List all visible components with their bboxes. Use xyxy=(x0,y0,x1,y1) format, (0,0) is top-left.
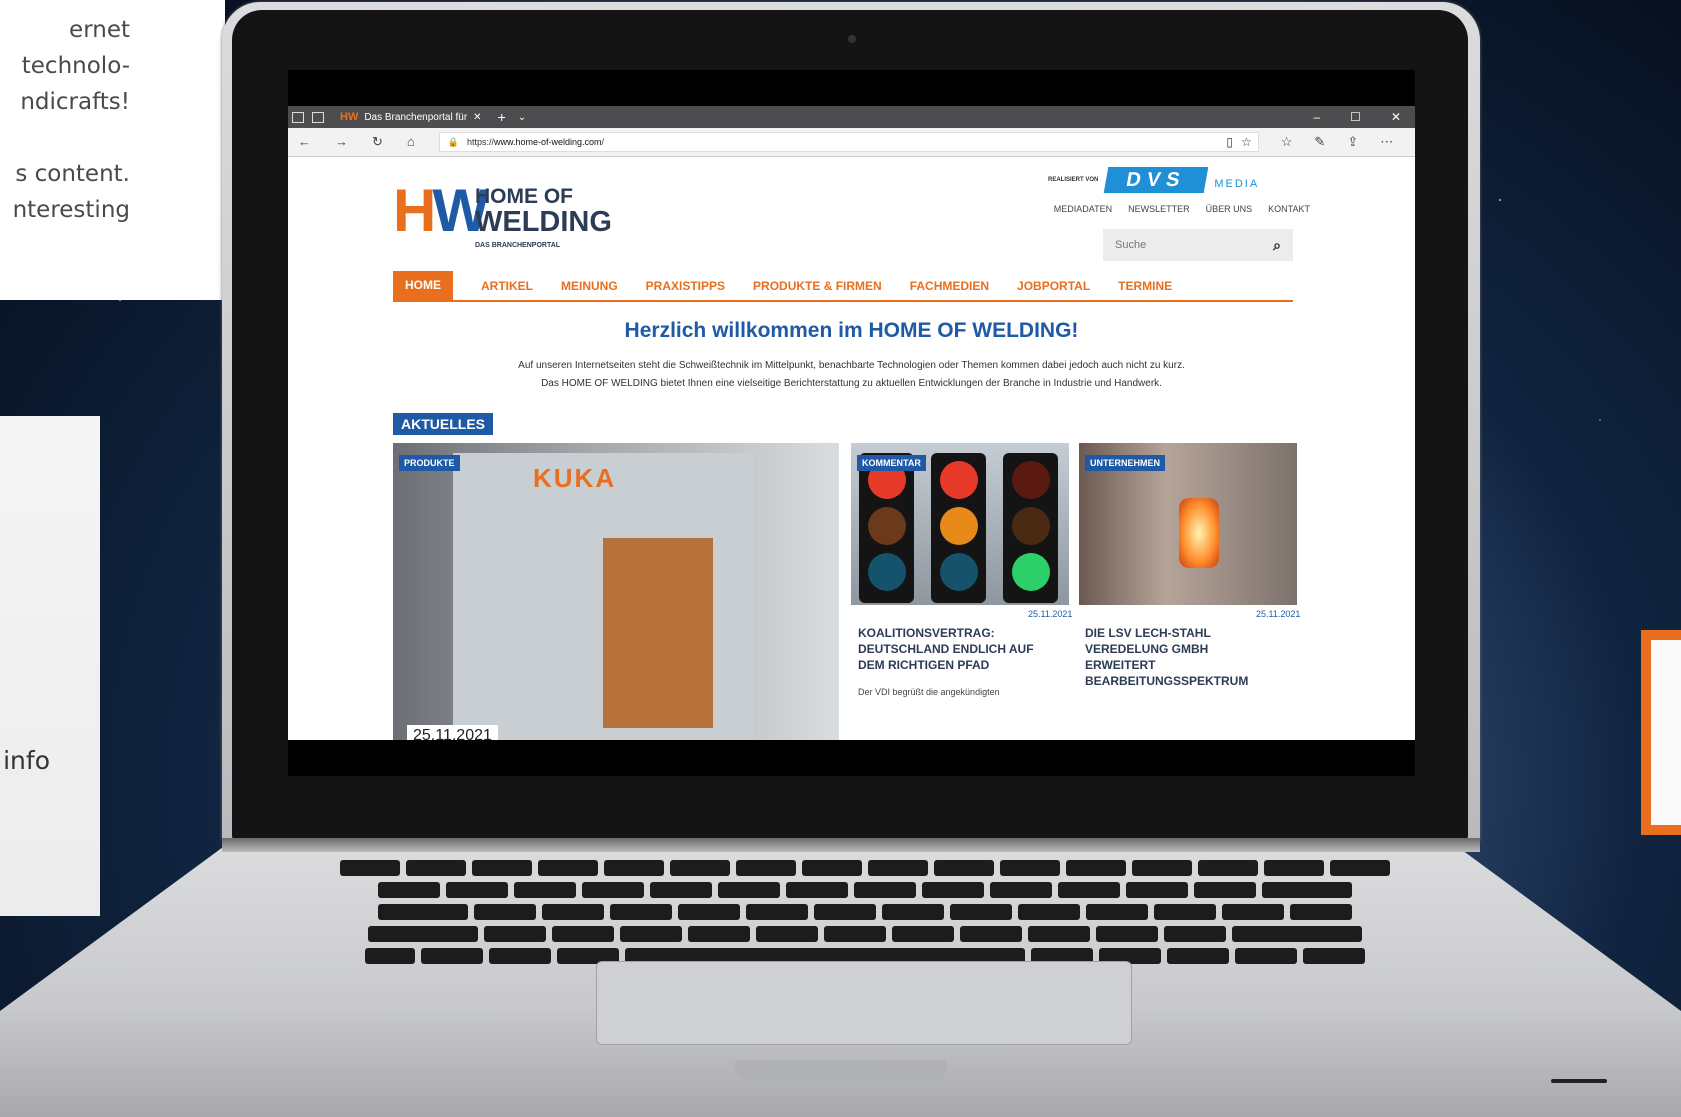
dvs-mark: DVS xyxy=(1104,167,1209,193)
dvs-media-label: MEDIA xyxy=(1214,178,1260,190)
card-title[interactable]: DIE LSV LECH-STAHL VEREDELUNG GMBH ERWEI… xyxy=(1085,625,1248,689)
keyboard xyxy=(250,860,1480,964)
nav-produkte-firmen[interactable]: PRODUKTE & FIRMEN xyxy=(753,279,882,293)
url-domain: www.home-of-welding.com xyxy=(494,137,602,147)
main-nav: HOME ARTIKEL MEINUNG PRAXISTIPPS PRODUKT… xyxy=(393,271,1293,302)
more-icon[interactable]: ⋯ xyxy=(1380,134,1393,150)
nav-meinung[interactable]: MEINUNG xyxy=(561,279,618,293)
refresh-icon[interactable]: ↻ xyxy=(372,134,383,150)
nav-fachmedien[interactable]: FACHMEDIEN xyxy=(910,279,989,293)
section-heading: AKTUELLES xyxy=(393,413,493,435)
orange-frame xyxy=(1641,630,1681,835)
webcam-icon xyxy=(848,35,856,43)
tab-preview-icon[interactable] xyxy=(292,111,304,123)
website: HW HOME OF WELDING DAS BRANCHENPORTAL RE… xyxy=(288,157,1415,741)
favorite-star-icon[interactable]: ☆ xyxy=(1241,135,1252,149)
url-suffix: / xyxy=(601,137,605,147)
card-tag: KOMMENTAR xyxy=(857,455,926,471)
article-text-fragment: ernet technolo- ndicrafts! s content. nt… xyxy=(0,0,225,300)
traffic-light xyxy=(1003,453,1058,603)
trackpad xyxy=(596,961,1132,1045)
logo-line2: WELDING xyxy=(475,206,612,238)
laptop-hinge xyxy=(222,838,1480,852)
tab-aside-icon[interactable] xyxy=(312,111,324,123)
intro-line: Auf unseren Internetseiten steht die Sch… xyxy=(518,360,1185,371)
favorites-list-icon[interactable]: ☆ xyxy=(1281,134,1293,150)
text-line: nteresting xyxy=(12,197,130,223)
url-field[interactable]: 🔒 https://www.home-of-welding.com / ▯ ☆ xyxy=(438,132,1259,152)
welcome-heading: Herzlich willkommen im HOME OF WELDING! xyxy=(624,319,1079,342)
intro-line: Das HOME OF WELDING bietet Ihnen eine vi… xyxy=(541,378,1162,389)
pen-icon[interactable]: ✎ xyxy=(1314,134,1325,150)
info-box: info xyxy=(0,416,100,916)
news-card-image-traffic-lights[interactable]: KOMMENTAR xyxy=(851,443,1069,605)
tab-title: Das Branchenportal für xyxy=(364,111,468,123)
home-icon[interactable]: ⌂ xyxy=(407,134,415,150)
card-tag: PRODUKTE xyxy=(399,455,460,471)
browser-tab-bar: HW Das Branchenportal für ✕ + ⌄ – ☐ ✕ xyxy=(288,106,1415,128)
card-teaser: Der VDI begrüßt die angekündigten xyxy=(858,687,1000,697)
text-line: ndicrafts! xyxy=(20,89,130,115)
nav-termine[interactable]: TERMINE xyxy=(1118,279,1172,293)
link-mediadaten[interactable]: MEDIADATEN xyxy=(1054,204,1112,214)
forward-icon[interactable]: → xyxy=(335,134,348,150)
search-icon[interactable]: ⌕ xyxy=(1273,237,1281,254)
url-prefix: https:// xyxy=(466,137,494,147)
tab-menu-chevron-icon[interactable]: ⌄ xyxy=(518,112,526,123)
nav-jobportal[interactable]: JOBPORTAL xyxy=(1017,279,1090,293)
info-label: info xyxy=(3,746,50,775)
new-tab-icon[interactable]: + xyxy=(498,109,506,125)
lock-icon: 🔒 xyxy=(447,136,459,147)
machine-door xyxy=(603,538,713,728)
traffic-light xyxy=(931,453,986,603)
card-date: 25.11.2021 xyxy=(407,725,498,741)
status-led xyxy=(1551,1079,1607,1083)
search-input[interactable]: Suche ⌕ xyxy=(1103,229,1293,261)
intro-text: Auf unseren Internetseiten steht die Sch… xyxy=(288,357,1415,393)
tab-close-icon[interactable]: ✕ xyxy=(473,112,481,123)
screen-bottom-bar xyxy=(288,740,1415,776)
traffic-light xyxy=(859,453,914,603)
logo-mark: HW xyxy=(393,177,489,244)
close-window-icon[interactable]: ✕ xyxy=(1391,110,1401,124)
welding-glow xyxy=(1179,498,1219,568)
nav-artikel[interactable]: ARTIKEL xyxy=(481,279,533,293)
lid-notch xyxy=(735,1060,947,1080)
minimize-icon[interactable]: – xyxy=(1313,110,1320,124)
browser-tab[interactable]: HW Das Branchenportal für ✕ xyxy=(340,111,482,123)
top-links: MEDIADATEN NEWSLETTER ÜBER UNS KONTAKT xyxy=(1054,204,1310,214)
reading-view-icon[interactable]: ▯ xyxy=(1226,135,1233,149)
maximize-icon[interactable]: ☐ xyxy=(1350,110,1361,124)
text-line: s content. xyxy=(15,161,130,187)
logo-line1: HOME OF xyxy=(475,185,573,208)
dvs-media-logo[interactable]: REALISIERT VON DVS MEDIA xyxy=(1048,167,1259,193)
nav-praxistipps[interactable]: PRAXISTIPPS xyxy=(646,279,725,293)
link-ueber-uns[interactable]: ÜBER UNS xyxy=(1206,204,1253,214)
realisiert-label: REALISIERT VON xyxy=(1048,177,1099,183)
news-card-image-welding[interactable]: UNTERNEHMEN xyxy=(1079,443,1297,605)
card-tag: UNTERNEHMEN xyxy=(1085,455,1166,471)
card-date: 25.11.2021 xyxy=(1028,609,1073,619)
laptop-screen: HW Das Branchenportal für ✕ + ⌄ – ☐ ✕ ← … xyxy=(288,70,1415,776)
news-card-kuka[interactable]: KUKA PRODUKTE 25.11.2021 xyxy=(393,443,839,741)
favicon-icon: HW xyxy=(340,111,359,123)
card-date: 25.11.2021 xyxy=(1256,609,1301,619)
card-title[interactable]: KOALITIONSVERTRAG: DEUTSCHLAND ENDLICH A… xyxy=(858,625,1034,673)
kuka-brand: KUKA xyxy=(533,463,617,493)
nav-home[interactable]: HOME xyxy=(393,271,453,300)
logo-tagline: DAS BRANCHENPORTAL xyxy=(475,242,561,249)
text-line: technolo- xyxy=(21,53,130,79)
link-newsletter[interactable]: NEWSLETTER xyxy=(1128,204,1190,214)
text-line: ernet xyxy=(69,17,130,43)
link-kontakt[interactable]: KONTAKT xyxy=(1268,204,1310,214)
share-icon[interactable]: ⇪ xyxy=(1347,134,1358,150)
screen-top-bar xyxy=(288,70,1415,106)
address-bar: ← → ↻ ⌂ 🔒 https://www.home-of-welding.co… xyxy=(288,128,1415,157)
search-placeholder: Suche xyxy=(1115,239,1147,251)
back-icon[interactable]: ← xyxy=(298,134,311,150)
